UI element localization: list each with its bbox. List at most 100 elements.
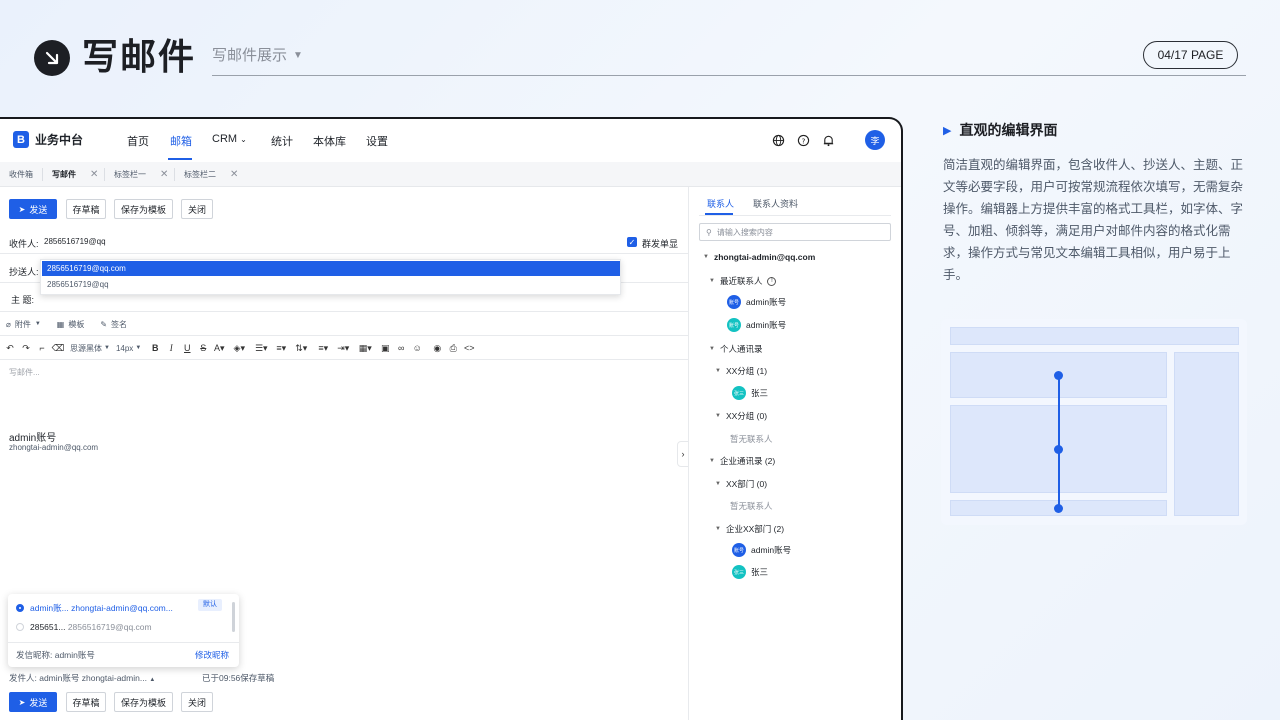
code-icon[interactable]: <> — [461, 341, 477, 355]
nav-mail[interactable]: 邮箱 — [170, 133, 192, 149]
close-icon[interactable]: ✕ — [90, 169, 98, 180]
nav-home[interactable]: 首页 — [127, 133, 149, 149]
strikethrough-icon[interactable]: S — [195, 341, 211, 355]
preview-icon[interactable]: ◉ — [429, 341, 445, 355]
tree-node-recent[interactable]: ▼ 最近联系人! — [709, 275, 777, 287]
tab-contact-info[interactable]: 联系人资料 — [753, 197, 798, 210]
radio-unselected[interactable] — [16, 623, 24, 631]
cc-label: 抄送人: — [9, 267, 39, 277]
bullet-list-icon[interactable]: ☰▾ — [253, 341, 269, 355]
nav-ontology[interactable]: 本体库 — [313, 133, 346, 149]
close-button[interactable]: 关闭 — [181, 692, 213, 712]
tree-node-personal[interactable]: ▼ 个人通讯录 — [709, 343, 762, 355]
radio-selected[interactable] — [16, 604, 24, 612]
divider — [0, 311, 688, 312]
italic-icon[interactable]: I — [163, 341, 179, 355]
tree-node-dept[interactable]: ▼ 企业XX部门 (2) — [715, 523, 784, 535]
sender-option[interactable]: admin账... zhongtai-admin@qq.com... — [30, 602, 173, 614]
sender-select[interactable]: 发件人: admin账号 zhongtai-admin... ▲ — [9, 672, 155, 684]
contact-item[interactable]: 张三 张三 — [732, 565, 768, 579]
triangle-right-icon: ▶ — [943, 124, 952, 137]
template-button[interactable]: 模板 — [68, 319, 84, 330]
tab-inbox[interactable]: 收件箱 — [9, 162, 33, 187]
bell-icon[interactable] — [821, 133, 835, 147]
mass-send-checkbox[interactable]: ✓ — [627, 237, 637, 247]
undo-icon[interactable]: ↶ — [2, 341, 18, 355]
redo-icon[interactable]: ↷ — [18, 341, 34, 355]
user-avatar[interactable]: 李 — [865, 130, 885, 150]
align-icon[interactable]: ≡▾ — [315, 341, 331, 355]
save-draft-button[interactable]: 存草稿 — [66, 692, 106, 712]
send-button[interactable]: ➤ 发送 — [9, 692, 57, 712]
save-template-button[interactable]: 保存为模板 — [114, 692, 173, 712]
tree-node-root[interactable]: ▼ zhongtai-admin@qq.com — [703, 252, 815, 262]
table-icon[interactable]: ▦▾ — [357, 341, 373, 355]
image-icon[interactable]: ▣ — [377, 341, 393, 355]
tab-label-2[interactable]: 标签栏二 ✕ — [184, 162, 238, 187]
nav-crm[interactable]: CRM ⌄ — [212, 133, 247, 145]
font-size-select[interactable]: 14px — [116, 344, 133, 353]
layout-wireframe-illustration — [941, 319, 1247, 525]
send-label: 发送 — [29, 697, 48, 708]
emoji-icon[interactable]: ☺ — [409, 341, 425, 355]
tree-node-enterprise[interactable]: ▼ 企业通讯录 (2) — [709, 455, 775, 467]
help-icon[interactable]: ? — [796, 133, 810, 147]
highlight-icon[interactable]: ◈▾ — [231, 341, 247, 355]
nav-settings[interactable]: 设置 — [366, 133, 388, 149]
font-family-select[interactable]: 思源黑体 — [70, 343, 102, 354]
globe-icon[interactable] — [771, 133, 785, 147]
scrollbar[interactable] — [232, 602, 235, 632]
tab-label-2-text: 标签栏二 — [184, 170, 216, 179]
close-icon[interactable]: ✕ — [160, 169, 168, 180]
print-icon[interactable]: ⎙ — [445, 341, 461, 355]
contact-item[interactable]: 账号 admin账号 — [732, 543, 791, 557]
app-logo[interactable]: B 业务中台 — [13, 131, 83, 148]
indent-icon[interactable]: ⇥▾ — [335, 341, 351, 355]
attach-button[interactable]: 附件 — [15, 319, 31, 330]
font-color-icon[interactable]: A▾ — [211, 341, 227, 355]
page-indicator: 04/17 PAGE — [1143, 41, 1238, 69]
caret-down-icon: ▼ — [715, 526, 721, 532]
editor-placeholder[interactable]: 写邮件... — [9, 367, 40, 378]
tree-node-group[interactable]: ▼ XX分组 (1) — [715, 365, 767, 377]
numbered-list-icon[interactable]: ≡▾ — [273, 341, 289, 355]
nav-crm-label: CRM — [212, 133, 238, 145]
save-template-button[interactable]: 保存为模板 — [114, 199, 173, 219]
edit-nickname-link[interactable]: 修改昵称 — [195, 649, 229, 661]
slide-subtitle[interactable]: 写邮件展示 ▼ — [212, 46, 303, 66]
tab-divider — [42, 168, 43, 181]
underline-icon[interactable]: U — [179, 341, 195, 355]
tab-contacts[interactable]: 联系人 — [707, 197, 734, 210]
link-icon[interactable]: ∞ — [393, 341, 409, 355]
contact-search-input[interactable]: ⚲ 请输入搜索内容 — [699, 223, 891, 241]
close-icon[interactable]: ✕ — [230, 169, 238, 180]
nav-stats[interactable]: 统计 — [271, 133, 293, 149]
suggestion-item[interactable]: 2856516719@qq.com — [42, 261, 620, 276]
tree-node-dept[interactable]: ▼ XX部门 (0) — [715, 478, 767, 490]
contact-item[interactable]: 账号 admin账号 — [727, 318, 786, 332]
caret-down-icon: ▼ — [703, 254, 709, 260]
send-button[interactable]: ➤ 发送 — [9, 199, 57, 219]
avatar: 账号 — [727, 318, 741, 332]
tab-compose[interactable]: 写邮件 ✕ — [52, 162, 98, 187]
suggestion-item[interactable]: 2856516719@qq — [47, 280, 109, 289]
close-button[interactable]: 关闭 — [181, 199, 213, 219]
line-height-icon[interactable]: ⇅▾ — [293, 341, 309, 355]
tree-node-group[interactable]: ▼ XX分组 (0) — [715, 410, 767, 422]
signature-button[interactable]: 签名 — [111, 319, 127, 330]
tab-label-1[interactable]: 标签栏一 ✕ — [114, 162, 168, 187]
format-painter-icon[interactable]: ⌐ — [34, 341, 50, 355]
to-input[interactable]: 2856516719@qq — [44, 237, 106, 246]
avatar: 张三 — [732, 386, 746, 400]
eraser-icon[interactable]: ⌫ — [50, 341, 66, 355]
tree-node-label: 最近联系人 — [719, 276, 763, 286]
tree-node-label: 企业XX部门 (2) — [725, 524, 785, 534]
contact-item[interactable]: 张三 张三 — [732, 386, 768, 400]
bold-icon[interactable]: B — [147, 341, 163, 355]
sender-option[interactable]: 285651... 2856516719@qq.com — [30, 622, 152, 632]
avatar: 张三 — [732, 565, 746, 579]
save-draft-button[interactable]: 存草稿 — [66, 199, 106, 219]
wireframe-dot — [1054, 504, 1063, 513]
contact-item[interactable]: 账号 admin账号 — [727, 295, 786, 309]
divider — [0, 359, 688, 360]
